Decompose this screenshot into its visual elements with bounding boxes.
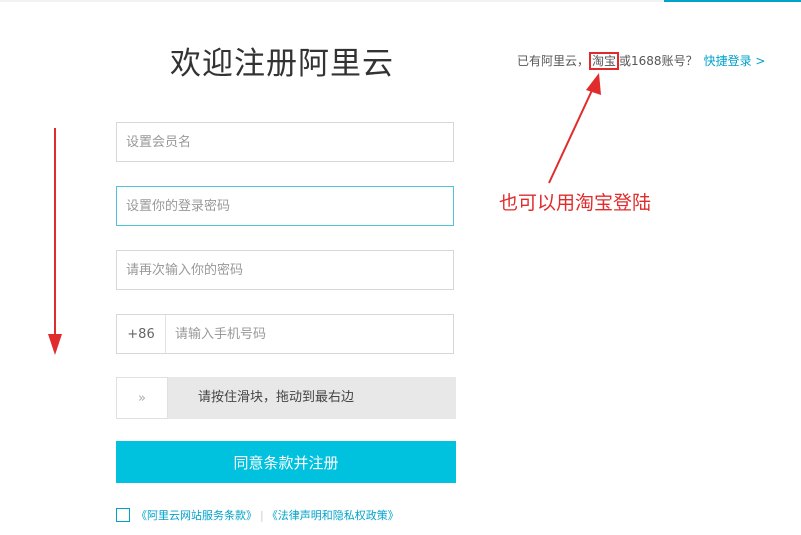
phone-input[interactable] bbox=[166, 315, 453, 353]
privacy-link[interactable]: 《法律声明和隐私权政策》 bbox=[267, 507, 399, 523]
agreement-row: 《阿里云网站服务条款》 | 《法律声明和隐私权政策》 bbox=[116, 506, 399, 524]
confirm-password-input[interactable] bbox=[117, 251, 453, 289]
annotation-text: 也可以用淘宝登陆 bbox=[499, 192, 652, 214]
double-chevron-right-icon: » bbox=[138, 390, 146, 406]
username-field-box bbox=[116, 122, 454, 162]
terms-link[interactable]: 《阿里云网站服务条款》 bbox=[136, 507, 257, 523]
slider-instruction: 请按住滑块，拖动到最右边 bbox=[198, 390, 355, 405]
agree-register-button[interactable]: 同意条款并注册 bbox=[116, 441, 456, 483]
quick-login-link[interactable]: 快捷登录 > bbox=[704, 54, 766, 68]
agreement-separator: | bbox=[260, 508, 264, 522]
agreement-checkbox[interactable] bbox=[116, 508, 130, 522]
top-accent-bar bbox=[664, 0, 801, 2]
taobao-highlight: 淘宝 bbox=[589, 52, 620, 70]
password-field-box bbox=[116, 186, 454, 226]
login-hint-suffix: 或1688账号？ bbox=[619, 54, 698, 68]
page-title: 欢迎注册阿里云 bbox=[170, 46, 394, 82]
country-code[interactable]: +86 bbox=[117, 315, 166, 353]
slider-handle[interactable]: » bbox=[116, 377, 168, 419]
password-input[interactable] bbox=[117, 187, 453, 225]
red-arrow-up-icon bbox=[548, 73, 601, 184]
phone-field-box: +86 bbox=[116, 314, 454, 354]
login-hint: 已有阿里云， 淘宝 或1688账号？ 快捷登录 > bbox=[517, 52, 766, 70]
login-hint-prefix: 已有阿里云， bbox=[517, 54, 590, 68]
red-arrow-down-icon bbox=[48, 128, 62, 355]
username-input[interactable] bbox=[117, 123, 453, 161]
confirm-password-field-box bbox=[116, 250, 454, 290]
slider-captcha: » 请按住滑块，拖动到最右边 bbox=[116, 377, 456, 419]
